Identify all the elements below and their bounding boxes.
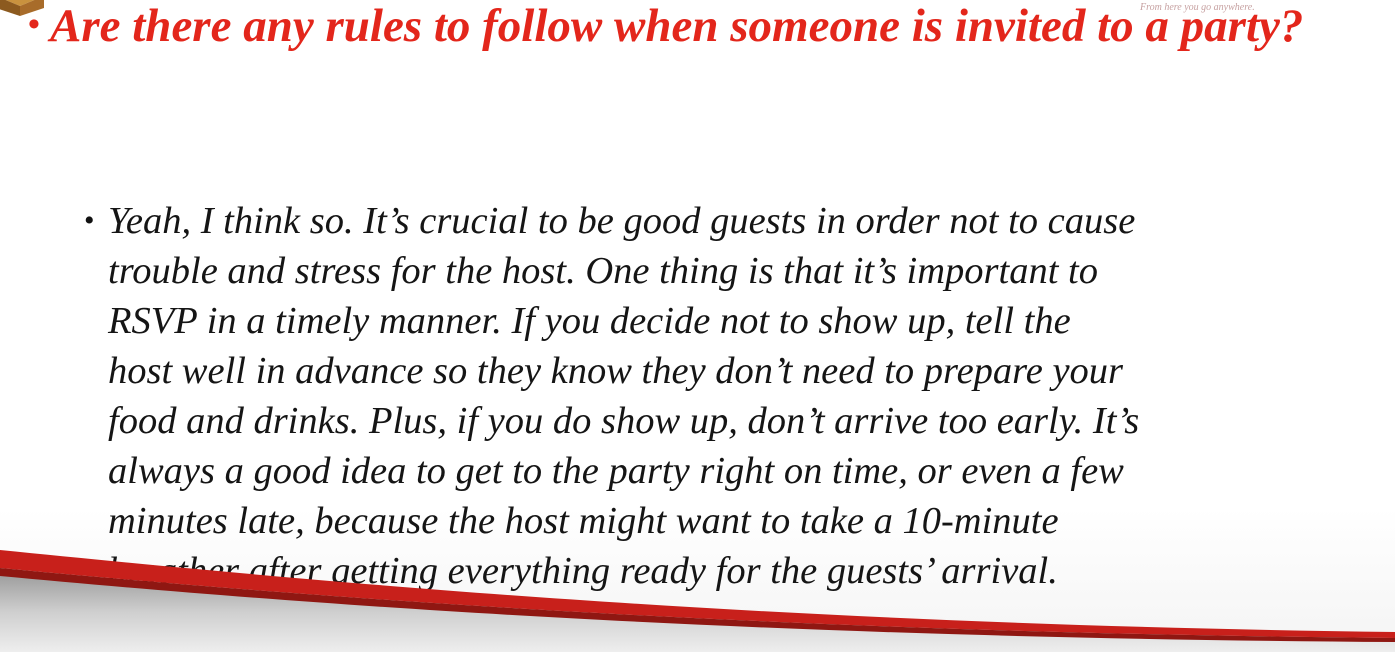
answer-line: host well in advance so they know they d… [108, 350, 1124, 392]
answer-line: Yeah, I think so. It’s crucial to be goo… [108, 200, 1136, 242]
answer-line: RSVP in a timely manner. If you decide n… [108, 300, 1071, 342]
bottom-swoosh-decoration [0, 550, 1395, 652]
answer-line: always a good idea to get to the party r… [108, 450, 1124, 492]
question-text: Are there any rules to follow when someo… [50, 0, 1304, 52]
bullet-icon: • [84, 204, 95, 237]
slide: From here you go anywhere. • Are there an… [0, 0, 1395, 652]
question-heading: • Are there any rules to follow when some… [28, 0, 1368, 59]
answer-text: Yeah, I think so. It’s crucial to be goo… [108, 196, 1369, 596]
answer-line: food and drinks. Plus, if you do show up… [108, 400, 1140, 442]
answer-line: trouble and stress for the host. One thi… [108, 250, 1099, 292]
answer-line: minutes late, because the host might wan… [108, 500, 1059, 542]
bullet-icon: • [28, 6, 40, 43]
answer-block: • Yeah, I think so. It’s crucial to be g… [84, 196, 1369, 596]
